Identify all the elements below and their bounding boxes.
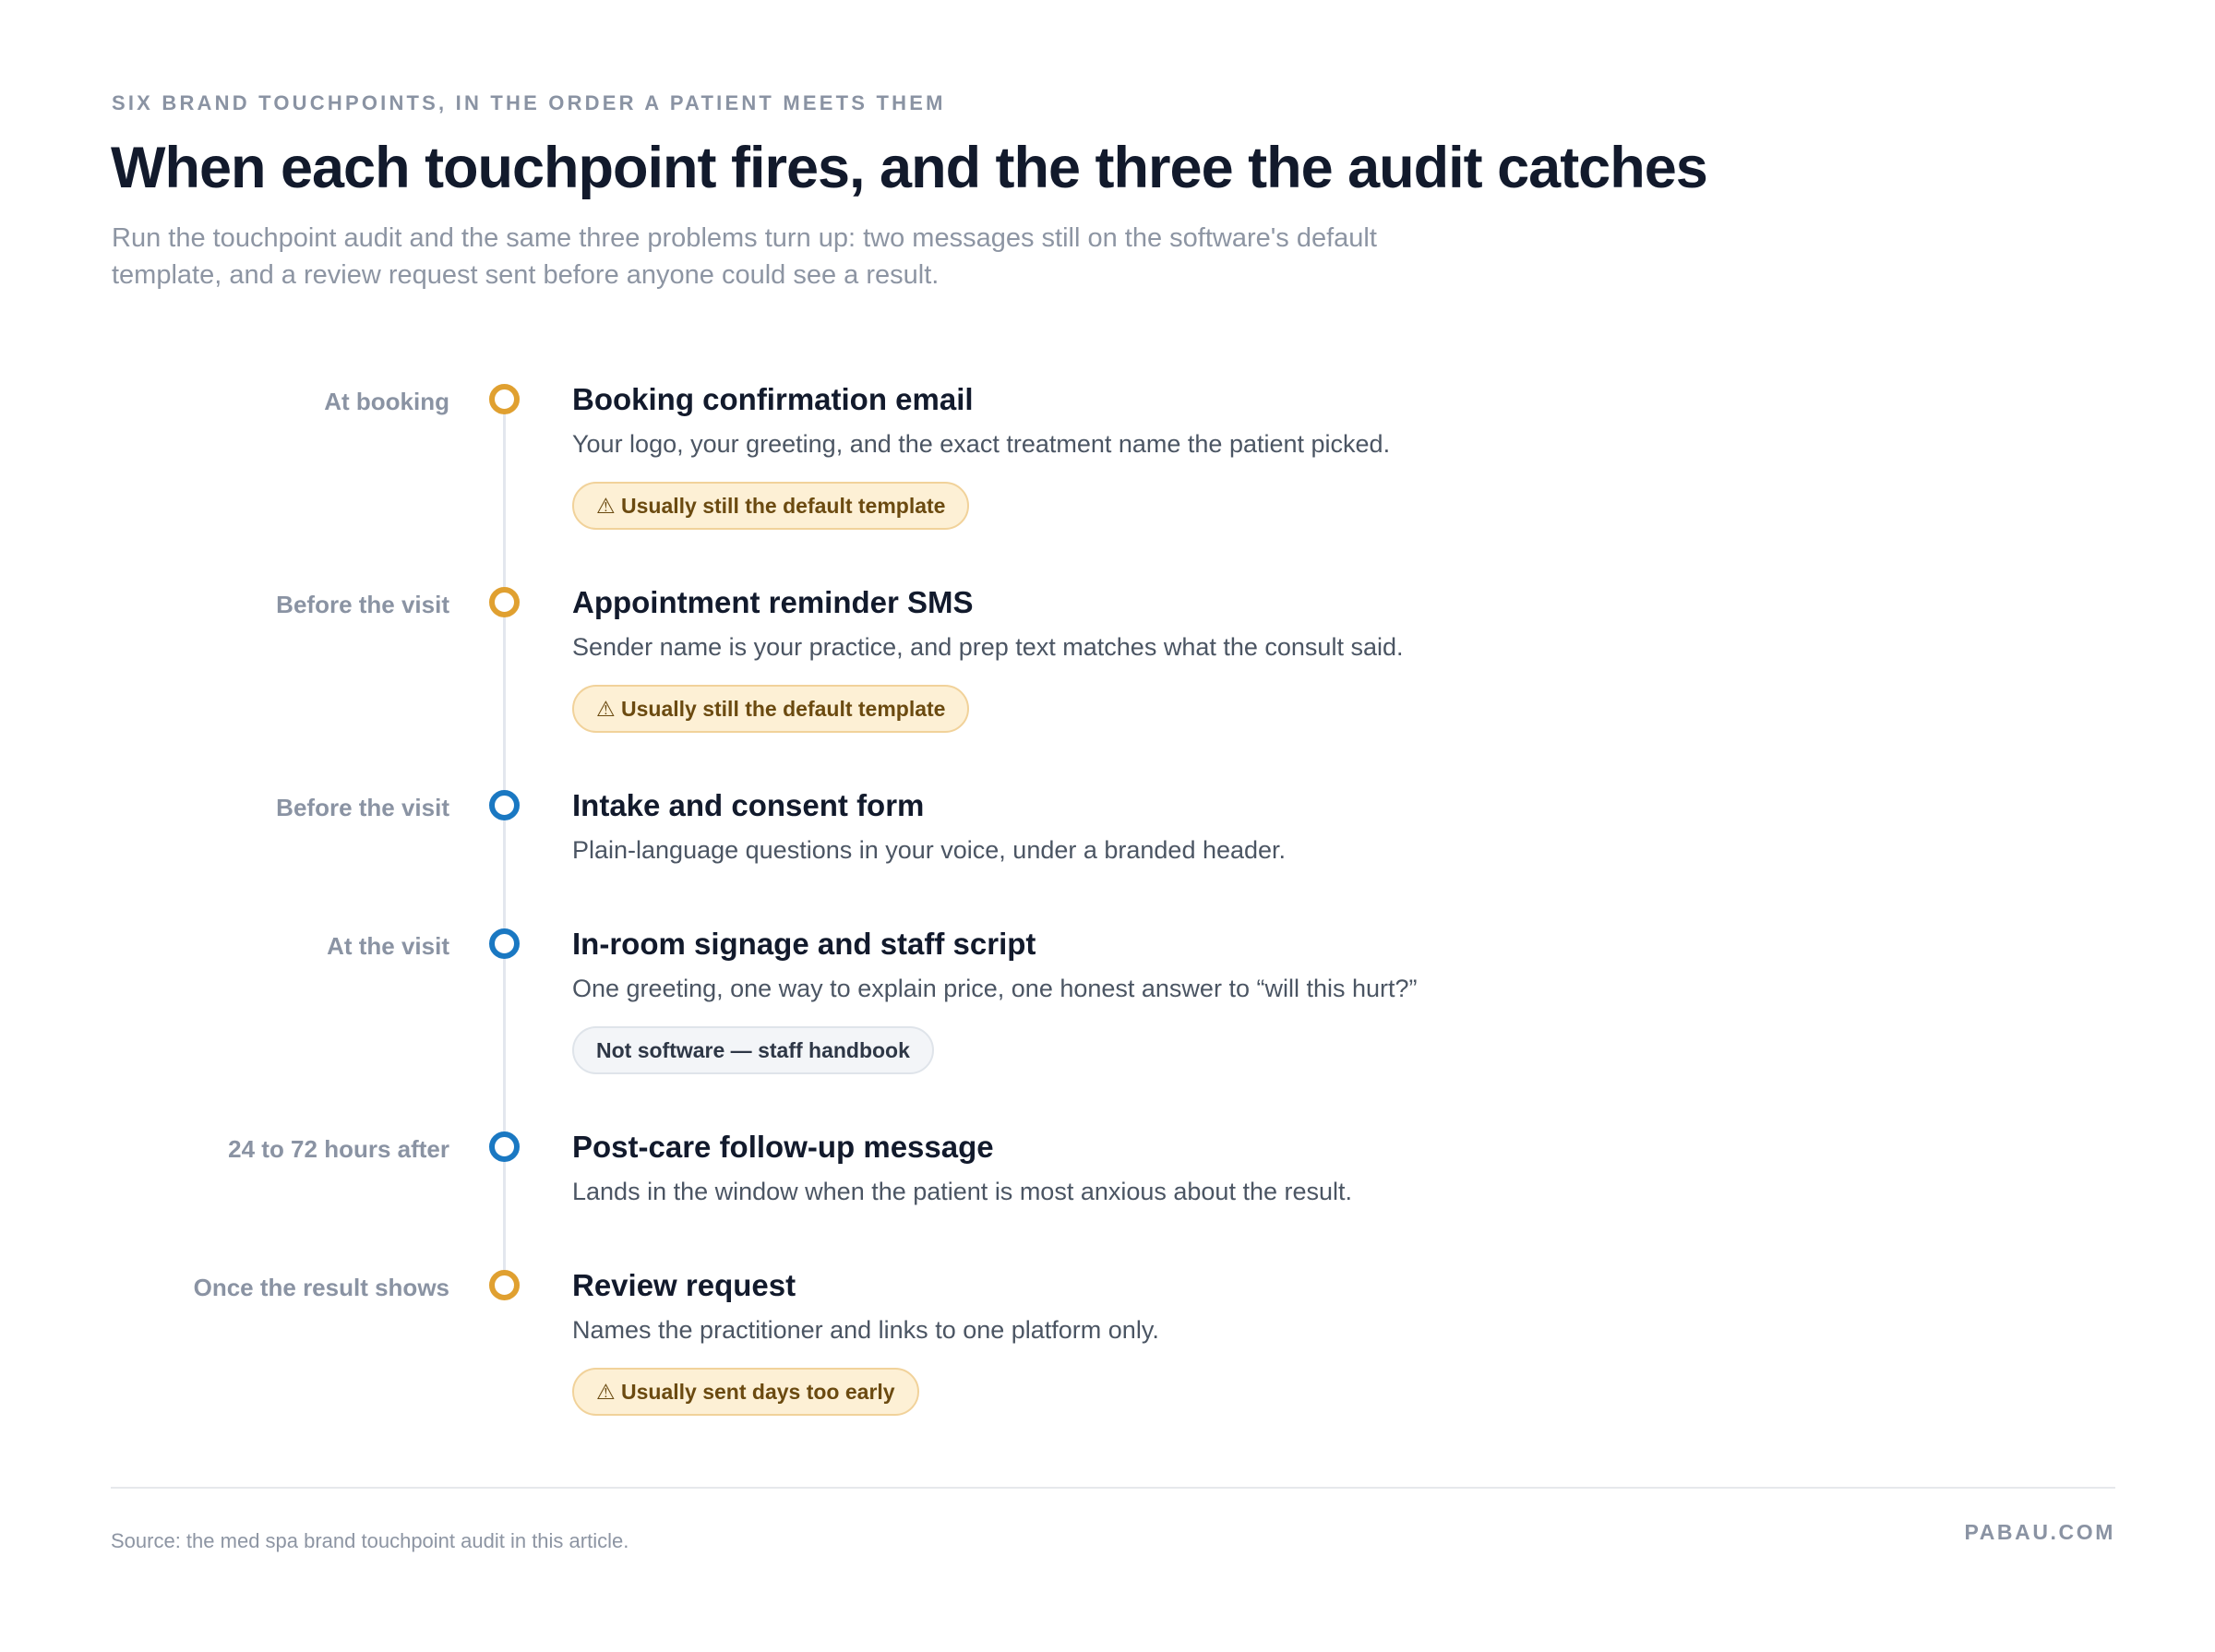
touchpoint-description: Plain-language questions in your voice, … — [572, 836, 1287, 864]
timeline-marker-ok — [489, 928, 520, 959]
touchpoint-title: In-room signage and staff script — [572, 927, 1036, 961]
touchpoint-title: Appointment reminder SMS — [572, 585, 974, 619]
warning-badge: ⚠ Usually still the default template — [572, 685, 970, 733]
touchpoint-description: Sender name is your practice, and prep t… — [572, 633, 1404, 661]
touchpoint-timing: At booking — [324, 388, 449, 415]
footer-divider — [111, 1487, 2115, 1489]
touchpoint-timing: 24 to 72 hours after — [228, 1135, 449, 1163]
timeline-marker-ok — [489, 790, 520, 820]
neutral-badge: Not software — staff handbook — [572, 1026, 934, 1074]
touchpoint-description: One greeting, one way to explain price, … — [572, 975, 1418, 1002]
page-title: When each touchpoint fires, and the thre… — [111, 136, 1708, 200]
brand-label: PABAU.COM — [1964, 1520, 2115, 1544]
touchpoint-description: Lands in the window when the patient is … — [572, 1178, 1353, 1205]
touchpoint-description: Names the practitioner and links to one … — [572, 1316, 1159, 1344]
touchpoint-title: Review request — [572, 1268, 796, 1302]
touchpoint-timing: Before the visit — [276, 591, 449, 618]
touchpoint-title: Post-care follow-up message — [572, 1130, 994, 1164]
timeline-marker-flagged — [489, 587, 520, 617]
warning-badge: ⚠ Usually sent days too early — [572, 1368, 919, 1416]
touchpoint-timing: Before the visit — [276, 794, 449, 821]
touchpoint-timing: At the visit — [327, 932, 449, 960]
source-note: Source: the med spa brand touchpoint aud… — [111, 1529, 629, 1552]
timeline-marker-flagged — [489, 384, 520, 414]
page-subtitle: Run the touchpoint audit and the same th… — [112, 223, 1377, 290]
timeline-marker-ok — [489, 1131, 520, 1162]
timeline-marker-flagged — [489, 1270, 520, 1300]
touchpoint-title: Intake and consent form — [572, 788, 925, 822]
touchpoint-timing: Once the result shows — [193, 1274, 449, 1301]
touchpoint-description: Your logo, your greeting, and the exact … — [572, 430, 1391, 458]
warning-badge: ⚠ Usually still the default template — [572, 482, 970, 530]
touchpoint-title: Booking confirmation email — [572, 382, 974, 416]
eyebrow-label: SIX BRAND TOUCHPOINTS, IN THE ORDER A PA… — [112, 91, 946, 114]
